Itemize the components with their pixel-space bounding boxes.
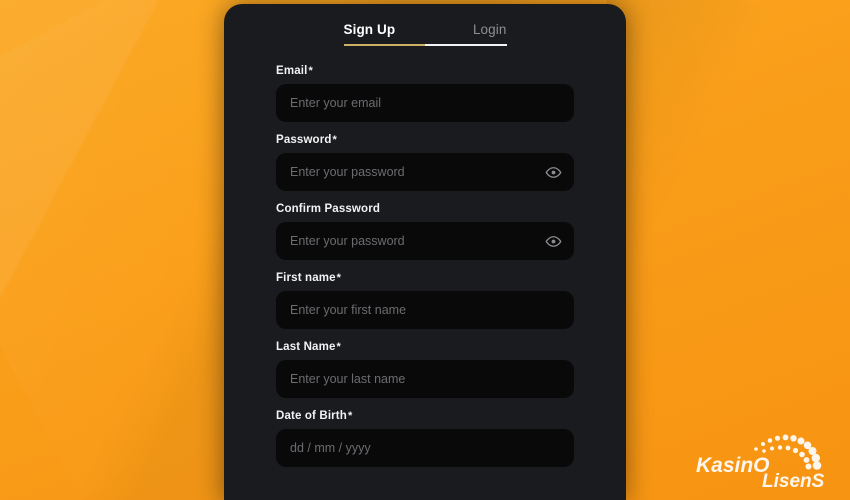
- field-confirm-password: Confirm Password: [276, 203, 574, 260]
- label-password-required: *: [332, 134, 337, 146]
- input-wrap-confirm-password: [276, 222, 574, 260]
- tab-login[interactable]: Login: [473, 22, 507, 46]
- tab-underline: [343, 44, 507, 46]
- tab-sign-up[interactable]: Sign Up: [344, 22, 396, 46]
- input-wrap-last-name: [276, 360, 574, 398]
- password-input[interactable]: [276, 153, 574, 191]
- first-name-input[interactable]: [276, 291, 574, 329]
- label-password: Password*: [276, 134, 574, 146]
- label-email: Email*: [276, 65, 574, 77]
- input-wrap-first-name: [276, 291, 574, 329]
- field-email: Email*: [276, 65, 574, 122]
- auth-tabs: Sign Up Login: [343, 22, 507, 46]
- label-email-text: Email: [276, 65, 308, 77]
- input-wrap-password: [276, 153, 574, 191]
- label-email-required: *: [308, 65, 313, 77]
- auth-card: Sign Up Login Email* Password*: [224, 4, 626, 500]
- label-date-of-birth-required: *: [347, 410, 353, 422]
- label-confirm-password: Confirm Password: [276, 203, 574, 215]
- date-of-birth-input[interactable]: [276, 429, 574, 467]
- label-date-of-birth-text: Date of Birth: [276, 410, 347, 422]
- field-date-of-birth: Date of Birth*: [276, 410, 574, 467]
- confirm-password-visibility-toggle[interactable]: [541, 229, 565, 253]
- signup-form: Email* Password*: [224, 46, 626, 467]
- tab-underline-inactive: [425, 44, 507, 46]
- label-password-text: Password: [276, 134, 332, 146]
- eye-icon: [545, 233, 562, 250]
- email-input[interactable]: [276, 84, 574, 122]
- label-first-name-text: First name: [276, 272, 336, 284]
- input-wrap-email: [276, 84, 574, 122]
- field-first-name: First name*: [276, 272, 574, 329]
- confirm-password-input[interactable]: [276, 222, 574, 260]
- input-wrap-date-of-birth: [276, 429, 574, 467]
- eye-icon: [545, 164, 562, 181]
- tab-underline-active: [343, 44, 425, 46]
- label-last-name-text: Last Name: [276, 341, 336, 353]
- password-visibility-toggle[interactable]: [541, 160, 565, 184]
- label-first-name: First name*: [276, 272, 574, 284]
- field-last-name: Last Name*: [276, 341, 574, 398]
- field-password: Password*: [276, 134, 574, 191]
- label-confirm-password-text: Confirm Password: [276, 203, 381, 215]
- label-last-name: Last Name*: [276, 341, 574, 353]
- label-first-name-required: *: [336, 272, 342, 284]
- label-date-of-birth: Date of Birth*: [276, 410, 574, 422]
- label-last-name-required: *: [336, 341, 341, 353]
- last-name-input[interactable]: [276, 360, 574, 398]
